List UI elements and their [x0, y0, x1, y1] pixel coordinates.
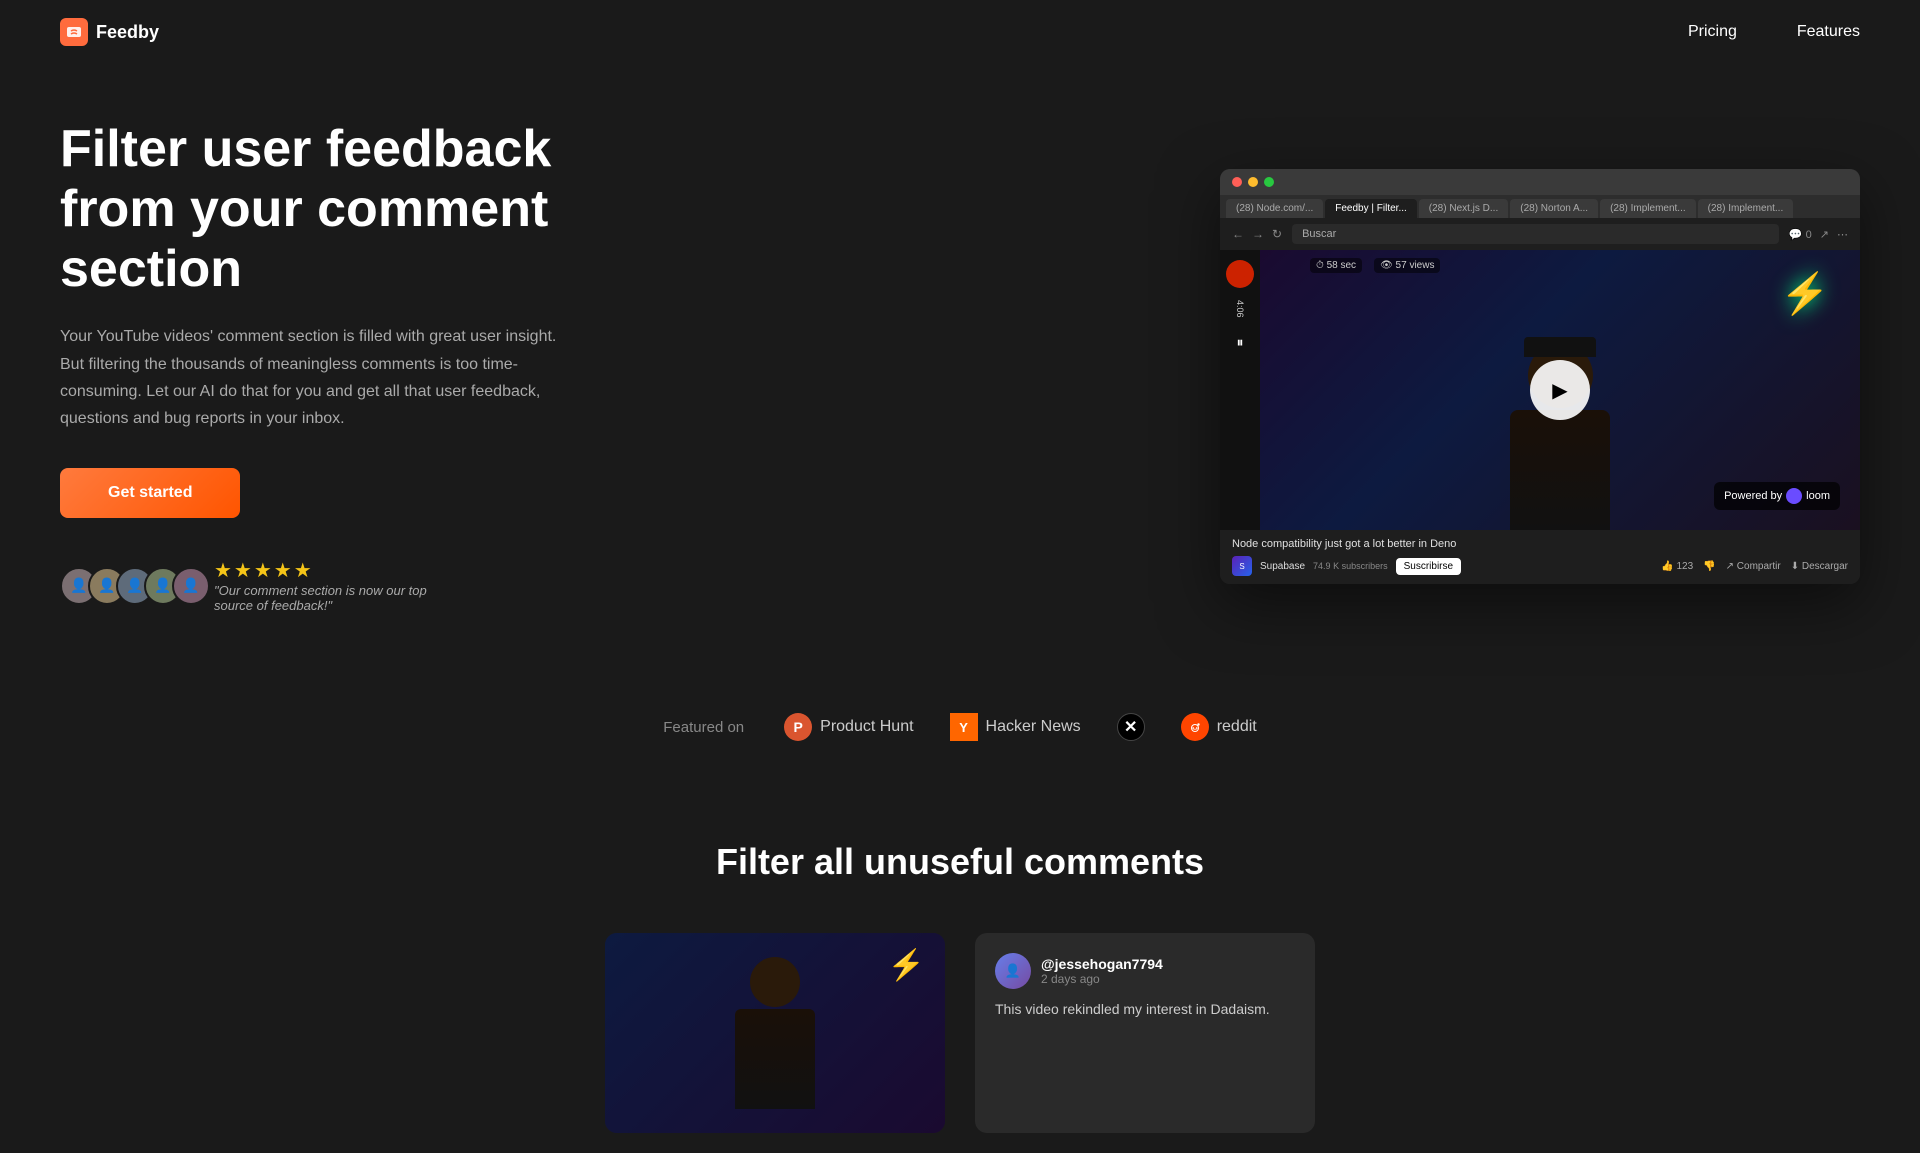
- forward-icon[interactable]: →: [1252, 227, 1264, 241]
- stars-rating: ★★★★★ "Our comment section is now our to…: [214, 558, 454, 613]
- nav-links: Pricing Features: [1688, 23, 1860, 41]
- browser-tab[interactable]: (28) Node.com/...: [1226, 199, 1323, 218]
- video-title: Node compatibility just got a lot better…: [1232, 538, 1848, 550]
- url-controls: ← → ↻: [1232, 227, 1282, 241]
- hacker-news-link[interactable]: Y Hacker News: [950, 713, 1081, 741]
- share-icon[interactable]: ↗: [1820, 228, 1829, 241]
- comment-card: 👤 @jessehogan7794 2 days ago This video …: [975, 933, 1315, 1133]
- maximize-dot: [1264, 177, 1274, 187]
- section-title: Filter all unuseful comments: [60, 841, 1860, 883]
- star-icons: ★★★★★: [214, 558, 454, 583]
- logo-icon: [60, 18, 88, 46]
- share-action[interactable]: ↗ Compartir: [1726, 561, 1781, 572]
- subscriber-count: 74.9 K subscribers: [1313, 561, 1388, 571]
- browser-bar: [1220, 169, 1860, 195]
- browser-tab[interactable]: (28) Next.js D...: [1419, 199, 1508, 218]
- browser-tabs: (28) Node.com/... Feedby | Filter... (28…: [1220, 195, 1860, 218]
- comment-username: @jessehogan7794: [1041, 956, 1163, 972]
- hero-description: Your YouTube videos' comment section is …: [60, 323, 580, 432]
- channel-row: S Supabase 74.9 K subscribers Suscribirs…: [1232, 556, 1848, 576]
- comment-user-info: @jessehogan7794 2 days ago: [1041, 956, 1163, 986]
- video-duration: 58 sec: [1327, 260, 1356, 271]
- download-action[interactable]: ⬇ Descargar: [1791, 561, 1848, 572]
- filter-section: Filter all unuseful comments ⚡ 👤 @jesseh…: [0, 781, 1920, 1153]
- powered-by-text: Powered by: [1724, 490, 1782, 502]
- like-icon[interactable]: 👍 123: [1661, 561, 1693, 572]
- featured-section: Featured on P Product Hunt Y Hacker News…: [0, 673, 1920, 781]
- proof-quote: "Our comment section is now our top sour…: [214, 583, 454, 613]
- features-link[interactable]: Features: [1797, 23, 1860, 41]
- channel-icon: S: [1232, 556, 1252, 576]
- dislike-icon[interactable]: 👎: [1703, 561, 1715, 572]
- browser-actions: 💬 0 ↗ ⋯: [1789, 228, 1848, 241]
- avatar-group: 👤 👤 👤 👤 👤: [60, 567, 200, 605]
- x-icon: ✕: [1117, 713, 1145, 741]
- reddit-link[interactable]: reddit: [1181, 713, 1257, 741]
- browser-tab-active[interactable]: Feedby | Filter...: [1325, 199, 1417, 218]
- video-actions: 👍 123 👎 ↗ Compartir ⬇ Descargar: [1661, 561, 1848, 572]
- video-stats: ⏱ 58 sec 👁 57 views: [1310, 258, 1440, 273]
- get-started-button[interactable]: Get started: [60, 468, 240, 518]
- avatar: 👤: [172, 567, 210, 605]
- sidebar-icons: 4:06 ⏸: [1220, 250, 1260, 530]
- filter-content: ⚡ 👤 @jessehogan7794 2 days ago This vide…: [60, 933, 1860, 1133]
- logo[interactable]: Feedby: [60, 18, 159, 46]
- navigation: Feedby Pricing Features: [0, 0, 1920, 64]
- video-preview-card: ⚡: [605, 933, 945, 1133]
- product-hunt-label: Product Hunt: [820, 718, 913, 736]
- hacker-news-label: Hacker News: [986, 718, 1081, 736]
- reddit-label: reddit: [1217, 718, 1257, 736]
- play-button[interactable]: ▶: [1530, 360, 1590, 420]
- product-hunt-icon: P: [784, 713, 812, 741]
- browser-tab[interactable]: (28) Implement...: [1600, 199, 1696, 218]
- comment-timestamp: 2 days ago: [1041, 972, 1163, 986]
- powered-by-badge: Powered by loom: [1714, 482, 1840, 510]
- hero-title: Filter user feedback from your comment s…: [60, 120, 660, 299]
- video-page: 4:06 ⏸ ⚡ ▶: [1220, 250, 1860, 530]
- reddit-icon: [1181, 713, 1209, 741]
- loom-logo: [1786, 488, 1802, 504]
- browser-mockup: (28) Node.com/... Feedby | Filter... (28…: [1220, 169, 1860, 584]
- x-link[interactable]: ✕: [1117, 713, 1145, 741]
- url-input[interactable]: [1292, 224, 1779, 244]
- comment-icon: 💬 0: [1789, 228, 1812, 241]
- browser-url-bar: ← → ↻ 💬 0 ↗ ⋯: [1220, 218, 1860, 250]
- browser-tab[interactable]: (28) Implement...: [1698, 199, 1794, 218]
- comment-header: 👤 @jessehogan7794 2 days ago: [995, 953, 1295, 989]
- pricing-link[interactable]: Pricing: [1688, 23, 1737, 41]
- loom-text: loom: [1806, 490, 1830, 502]
- subscribe-button[interactable]: Suscribirse: [1396, 558, 1461, 575]
- preview-bg: ⚡: [605, 933, 945, 1133]
- hacker-news-icon: Y: [950, 713, 978, 741]
- more-icon[interactable]: ⋯: [1837, 228, 1848, 241]
- close-dot: [1232, 177, 1242, 187]
- refresh-icon[interactable]: ↻: [1272, 227, 1282, 241]
- preview-lightning: ⚡: [888, 948, 925, 983]
- product-hunt-link[interactable]: P Product Hunt: [784, 713, 913, 741]
- channel-name: Supabase: [1260, 561, 1305, 572]
- video-player[interactable]: ⚡ ▶ Powered by loom ⏱ 58 sec 👁 57 views: [1260, 250, 1860, 530]
- video-info-bar: Node compatibility just got a lot better…: [1220, 530, 1860, 584]
- lightning-icon: ⚡: [1780, 270, 1830, 317]
- browser-tab[interactable]: (28) Norton A...: [1510, 199, 1598, 218]
- minimize-dot: [1248, 177, 1258, 187]
- preview-person: [735, 957, 815, 1109]
- rec-time: 4:06: [1235, 300, 1245, 318]
- back-icon[interactable]: ←: [1232, 227, 1244, 241]
- rec-button[interactable]: [1226, 260, 1254, 288]
- hero-right: (28) Node.com/... Feedby | Filter... (28…: [660, 169, 1860, 584]
- hero-section: Filter user feedback from your comment s…: [0, 0, 1920, 673]
- video-views: 57 views: [1396, 260, 1435, 271]
- hero-left: Filter user feedback from your comment s…: [60, 120, 660, 613]
- comment-text: This video rekindled my interest in Dada…: [995, 999, 1295, 1020]
- pause-icon[interactable]: ⏸: [1237, 334, 1244, 351]
- comment-avatar: 👤: [995, 953, 1031, 989]
- featured-logos: P Product Hunt Y Hacker News ✕: [784, 713, 1257, 741]
- logo-text: Feedby: [96, 22, 159, 43]
- featured-label: Featured on: [663, 719, 744, 736]
- social-proof: 👤 👤 👤 👤 👤 ★★★★★ "Our comment section is …: [60, 558, 660, 613]
